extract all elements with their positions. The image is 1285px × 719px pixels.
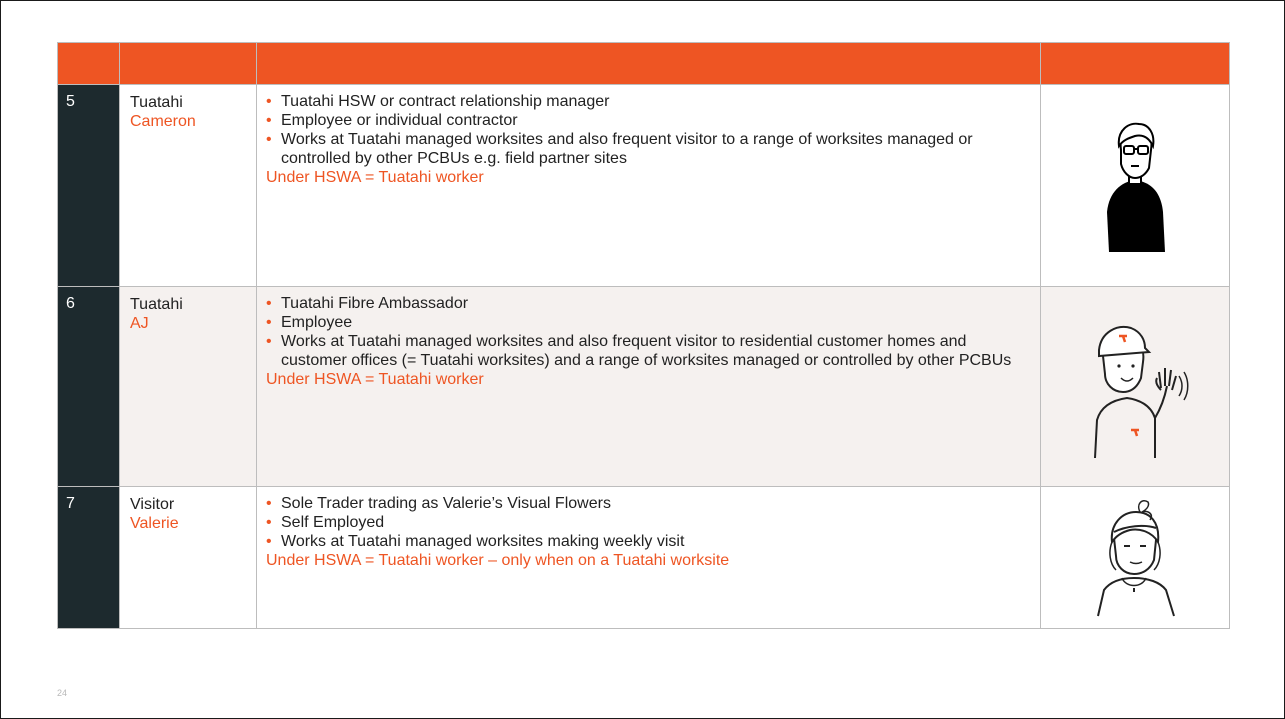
illustration-cell [1040, 84, 1230, 287]
illustration-cell [1040, 286, 1230, 487]
hswa-status: Under HSWA = Tuatahi worker [266, 169, 484, 186]
table-row: 6 Tuatahi AJ • Tuatahi Fibre Ambassador •… [57, 286, 1230, 487]
list-item: • Sole Trader trading as Valerie’s Visual… [266, 494, 1030, 513]
bullet-icon: • [266, 112, 272, 129]
hswa-status: Under HSWA = Tuatahi worker [266, 371, 484, 388]
description-cell: • Sole Trader trading as Valerie’s Visual… [256, 486, 1041, 629]
person-role: Visitor [130, 496, 175, 513]
header-cell-number [57, 42, 120, 85]
woman-with-headband-illustration [1097, 499, 1175, 616]
description-cell: • Tuatahi Fibre Ambassador • Employee • Wor… [256, 286, 1041, 487]
row-number: 6 [57, 286, 120, 487]
row-number: 7 [57, 486, 120, 629]
person-cell: Tuatahi Cameron [119, 84, 257, 287]
illustration-cell [1040, 486, 1230, 629]
list-item: • Tuatahi Fibre Ambassador [266, 294, 1030, 313]
list-item-text: Self Employed [281, 514, 385, 531]
list-item: • Self Employed [266, 513, 1030, 532]
table-row: 5 Tuatahi Cameron • Tuatahi HSW or contra… [57, 84, 1230, 287]
list-item-text: Tuatahi Fibre Ambassador [281, 295, 469, 312]
person-role: Tuatahi [130, 94, 183, 111]
list-item: • Employee [266, 313, 1030, 332]
list-item: • Works at Tuatahi managed worksites and … [266, 332, 1030, 370]
person-name: Cameron [130, 113, 196, 130]
list-item-text: Works at Tuatahi managed worksites and a… [281, 131, 973, 167]
person-role: Tuatahi [130, 296, 183, 313]
worker-table: 5 Tuatahi Cameron • Tuatahi HSW or contra… [57, 42, 1230, 629]
waving-man-with-cap-illustration [1094, 325, 1189, 458]
bullet-icon: • [266, 93, 272, 110]
person-name: Valerie [130, 515, 179, 532]
header-cell-description [256, 42, 1041, 85]
list-item: • Works at Tuatahi managed worksites and … [266, 130, 1030, 168]
bullet-list: • Sole Trader trading as Valerie’s Visual… [266, 494, 1030, 551]
list-item-text: Works at Tuatahi managed worksites and a… [281, 333, 1012, 369]
bullet-icon: • [266, 333, 272, 350]
list-item: • Employee or individual contractor [266, 111, 1030, 130]
person-name: AJ [130, 315, 149, 332]
description-cell: • Tuatahi HSW or contract relationship ma… [256, 84, 1041, 287]
person-cell: Visitor Valerie [119, 486, 257, 629]
list-item: • Tuatahi HSW or contract relationship ma… [266, 92, 1030, 111]
hswa-status: Under HSWA = Tuatahi worker – only when … [266, 552, 730, 569]
bullet-icon: • [266, 533, 272, 550]
header-cell-person [119, 42, 257, 85]
list-item: • Works at Tuatahi managed worksites maki… [266, 532, 1030, 551]
bullet-icon: • [266, 514, 272, 531]
row-number: 5 [57, 84, 120, 287]
page-number: 24 [57, 688, 68, 698]
bullet-icon: • [266, 495, 272, 512]
table-header-row [57, 42, 1230, 85]
bullet-list: • Tuatahi HSW or contract relationship ma… [266, 92, 1030, 168]
bullet-icon: • [266, 295, 272, 312]
man-with-glasses-illustration [1107, 122, 1165, 252]
header-cell-illustration [1040, 42, 1230, 85]
table-row: 7 Visitor Valerie • Sole Trader trading a… [57, 486, 1230, 629]
list-item-text: Tuatahi HSW or contract relationship man… [281, 93, 610, 110]
list-item-text: Employee [281, 314, 353, 331]
bullet-icon: • [266, 131, 272, 148]
slide: 5 Tuatahi Cameron • Tuatahi HSW or contra… [0, 0, 1285, 719]
list-item-text: Works at Tuatahi managed worksites makin… [281, 533, 685, 550]
person-cell: Tuatahi AJ [119, 286, 257, 487]
list-item-text: Sole Trader trading as Valerie’s Visual … [281, 495, 611, 512]
list-item-text: Employee or individual contractor [281, 112, 518, 129]
bullet-list: • Tuatahi Fibre Ambassador • Employee • Wor… [266, 294, 1030, 370]
bullet-icon: • [266, 314, 272, 331]
